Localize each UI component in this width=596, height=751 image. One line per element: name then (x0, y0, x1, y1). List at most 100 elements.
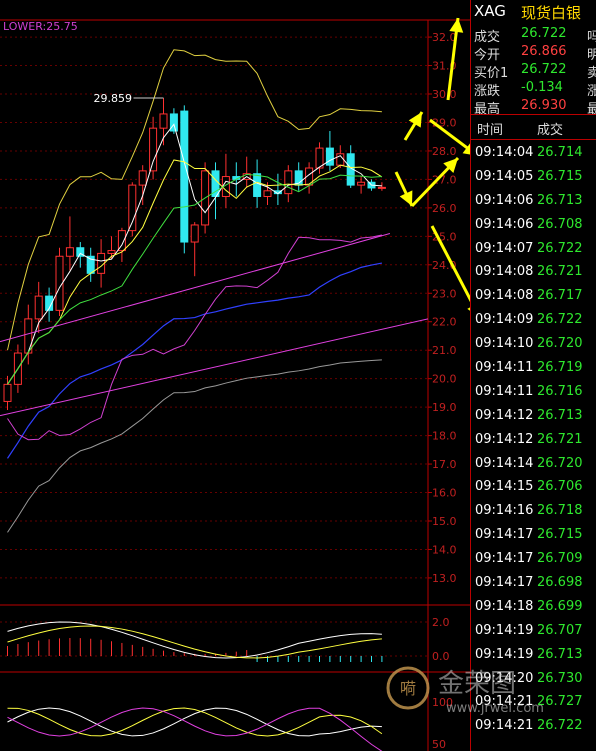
quote-label-truncated: 明 (587, 48, 596, 63)
trade-time: 09:14:09 (475, 312, 534, 328)
trade-row[interactable]: 09:14:05 26.715 (471, 165, 596, 189)
high-annotation-label: 29.859 (94, 92, 133, 105)
trade-price: 26.699 (537, 598, 583, 614)
chart-canvas[interactable]: 32.031.030.029.028.027.026.025.024.023.0… (0, 0, 470, 751)
trade-price: 26.720 (537, 455, 583, 471)
trade-row[interactable]: 09:14:17 26.709 (471, 547, 596, 571)
quote-label: 涨跌 (474, 84, 501, 99)
quote-row: 成交 26.722 吗 (471, 26, 596, 45)
y-tick-label: 28.0 (432, 145, 457, 158)
trade-time: 09:14:06 (475, 216, 534, 232)
candle-up (34, 295, 43, 320)
lower-indicator-label: LOWER:25.75 (3, 20, 78, 33)
trade-time: 09:14:12 (475, 431, 534, 447)
trade-price: 26.709 (537, 551, 583, 567)
trade-row[interactable]: 09:14:11 26.719 (471, 356, 596, 380)
y-tick-label: 26.0 (432, 202, 457, 215)
trade-price: 26.719 (537, 360, 583, 376)
candle-up (263, 190, 272, 197)
trade-time: 09:14:08 (475, 264, 534, 280)
trade-row[interactable]: 09:14:07 26.722 (471, 237, 596, 261)
trade-price: 26.708 (537, 216, 583, 232)
trade-row[interactable]: 09:14:19 26.707 (471, 619, 596, 643)
candle-up (24, 318, 33, 354)
trade-time: 09:14:05 (475, 168, 534, 184)
trade-time: 09:14:11 (475, 360, 534, 376)
time-column-header: 时间 (477, 123, 504, 138)
trade-price: 26.722 (537, 240, 583, 256)
candle-up (159, 113, 168, 129)
trade-row[interactable]: 09:14:12 26.721 (471, 428, 596, 452)
trade-price: 26.722 (537, 312, 583, 328)
candlestick-chart-area[interactable]: 32.0 31.0 30.0 29.0 28.0 27.0 26.0 25.0 24.0 23.0… (0, 0, 470, 751)
y-tick-label: 30.0 (432, 88, 457, 101)
trade-row[interactable]: 09:14:11 26.716 (471, 380, 596, 404)
trade-row[interactable]: 09:14:08 26.717 (471, 284, 596, 308)
trade-price: 26.721 (537, 431, 583, 447)
quote-label-truncated: 涨 (587, 84, 596, 99)
trade-time: 09:14:17 (475, 575, 534, 591)
macd-dif-line (7, 621, 382, 659)
trade-time: 09:14:18 (475, 598, 534, 614)
trade-price: 26.707 (537, 622, 583, 638)
trade-price: 26.721 (537, 264, 583, 280)
kdj-j-line (7, 707, 383, 751)
quote-value: 26.930 (521, 98, 567, 113)
trade-row[interactable]: 09:14:04 26.714 (471, 141, 596, 165)
y-tick-label: 22.0 (432, 316, 457, 329)
kdj-d-line (7, 707, 383, 737)
candle-up (107, 250, 116, 254)
trade-price: 26.720 (537, 336, 583, 352)
trade-time: 09:14:14 (475, 455, 534, 471)
trade-time: 09:14:04 (475, 145, 534, 160)
quote-value: 26.722 (521, 62, 567, 77)
trade-row[interactable]: 09:14:14 26.720 (471, 452, 596, 476)
trade-row[interactable]: 09:14:06 26.708 (471, 213, 596, 237)
trade-time: 09:14:08 (475, 288, 534, 304)
trades-list[interactable]: 09:14:04 26.714 09:14:05 26.715 09:14:06 26.7… (471, 141, 596, 738)
trade-price: 26.698 (537, 575, 583, 591)
svg-text:嗬: 嗬 (400, 679, 416, 698)
quote-label-truncated: 吗 (587, 30, 596, 45)
price-column-header: 成交 (537, 123, 564, 138)
quote-value: -0.134 (521, 80, 563, 95)
svg-text:www.jrwei.com: www.jrwei.com (446, 701, 544, 716)
trade-price: 26.718 (537, 503, 583, 519)
y-tick-label: 13.0 (432, 572, 457, 585)
candle-up (138, 170, 147, 186)
y-tick-label: 2.0 (432, 616, 450, 629)
trade-row[interactable]: 09:14:10 26.720 (471, 332, 596, 356)
trade-row[interactable]: 09:14:06 26.713 (471, 189, 596, 213)
trade-price: 26.713 (537, 192, 583, 208)
trade-time: 09:14:17 (475, 527, 534, 543)
y-tick-label: 17.0 (432, 458, 457, 471)
trade-row[interactable]: 09:14:12 26.713 (471, 404, 596, 428)
trade-row[interactable]: 09:14:18 26.699 (471, 595, 596, 619)
trade-price: 26.715 (537, 168, 583, 184)
watermark-logo: 嗬 金荣图 www.jrwei.com (386, 666, 544, 716)
y-tick-label: 32.0 (432, 31, 457, 44)
trades-header: 时间 成交 (471, 114, 596, 140)
ma-line-green (7, 173, 382, 385)
candle-down (169, 113, 178, 132)
candle-up (377, 186, 386, 189)
y-tick-label: 50 (432, 738, 446, 751)
trade-price: 26.715 (537, 527, 583, 543)
trade-row[interactable]: 09:14:17 26.698 (471, 571, 596, 595)
trade-time: 09:14:21 (475, 718, 534, 734)
trade-price: 26.713 (537, 407, 583, 423)
trade-row[interactable]: 09:14:15 26.706 (471, 475, 596, 499)
trade-row[interactable]: 09:14:08 26.721 (471, 260, 596, 284)
candle-down (180, 110, 189, 243)
trade-time: 09:14:12 (475, 407, 534, 423)
trade-row[interactable]: 09:14:09 26.722 (471, 308, 596, 332)
macd-dea-line (7, 625, 382, 659)
trade-row[interactable]: 09:14:16 26.718 (471, 499, 596, 523)
trade-price: 26.714 (537, 145, 583, 160)
y-tick-label: 15.0 (432, 515, 457, 528)
kdj-k-line (7, 707, 382, 737)
trade-time: 09:14:15 (475, 479, 534, 495)
candle-up (3, 383, 12, 402)
y-tick-label: 21.0 (432, 344, 457, 357)
trade-row[interactable]: 09:14:17 26.715 (471, 523, 596, 547)
